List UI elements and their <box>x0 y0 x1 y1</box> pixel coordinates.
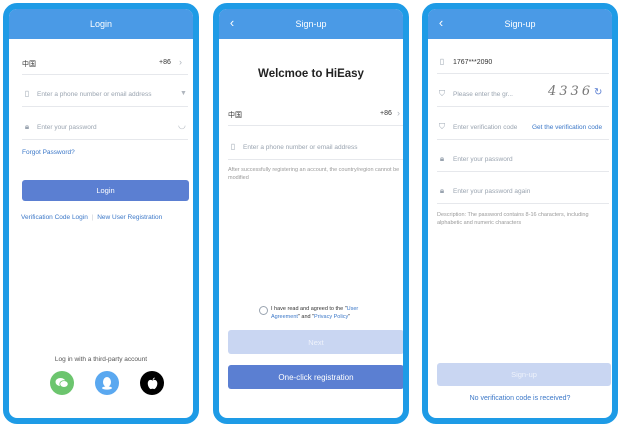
password-again-input[interactable]: Enter your password again <box>453 188 530 195</box>
country-name: 中国 <box>22 61 36 68</box>
page-title: Sign-up <box>295 19 327 29</box>
agreement-text: I have read and agreed to the "User Agre… <box>271 305 386 321</box>
dropdown-icon[interactable]: ▼ <box>180 90 187 97</box>
lock-icon: 🔒︎ <box>24 122 30 131</box>
phone-input[interactable]: Enter a phone number or email address <box>243 144 358 151</box>
privacy-policy-link[interactable]: Privacy Policy <box>314 314 348 320</box>
chevron-right-icon[interactable]: › <box>397 108 400 118</box>
signup-header: ‹ Sign-up <box>219 9 403 39</box>
signup-details-screen: ‹ Sign-up ▯ 1767***2090 ⛉ Please enter t… <box>422 3 618 424</box>
qq-login-button[interactable] <box>95 371 119 395</box>
signup-screen: ‹ Sign-up Welcmoe to HiEasy 中国 +86 › ▯ E… <box>213 3 409 424</box>
page-title: Sign-up <box>504 19 536 29</box>
third-party-label: Log in with a third-party account <box>54 356 148 363</box>
signup-header: ‹ Sign-up <box>428 9 612 39</box>
next-button[interactable]: Next <box>228 330 403 354</box>
password-input[interactable]: Enter your password <box>37 124 97 131</box>
welcome-heading: Welcmoe to HiEasy <box>258 68 364 80</box>
login-header: Login <box>9 9 193 39</box>
verification-code-login-link[interactable]: Verification Code Login <box>21 214 88 221</box>
shield-check-icon: ⛉ <box>439 122 445 131</box>
phone-number-value: 1767***2090 <box>453 59 493 66</box>
country-code: +86 <box>380 110 392 117</box>
password-input[interactable]: Enter your password <box>453 156 513 163</box>
penguin-icon <box>102 377 112 390</box>
lock-icon: 🔒︎ <box>439 154 445 163</box>
chevron-right-icon[interactable]: › <box>179 57 182 67</box>
login-button[interactable]: Login <box>22 180 189 201</box>
lock-icon: 🔒︎ <box>439 186 445 195</box>
agree-mid: " and " <box>297 314 315 320</box>
region-hint: After successfully registering an accoun… <box>228 167 400 181</box>
phone-icon: ▯ <box>439 57 445 66</box>
password-description: Description: The password contains 8-16 … <box>437 212 589 226</box>
verification-code-input[interactable]: Enter verification code <box>453 124 517 131</box>
forgot-password-link[interactable]: Forgot Password? <box>22 149 75 156</box>
agree-prefix: I have read and agreed to the " <box>271 306 347 312</box>
get-verification-code-link[interactable]: Get the verification code <box>532 124 602 131</box>
phone-icon: ▯ <box>24 89 30 98</box>
link-separator: | <box>91 214 94 221</box>
chat-bubble-icon <box>55 378 69 388</box>
agree-checkbox[interactable] <box>259 306 268 315</box>
page-title: Login <box>89 19 113 29</box>
login-screen: Login 中国 +86 › ▯ Enter a phone number or… <box>3 3 199 424</box>
signup-button[interactable]: Sign-up <box>437 363 611 386</box>
new-user-registration-link[interactable]: New User Registration <box>97 214 162 221</box>
country-selector[interactable]: 中国 <box>228 110 242 120</box>
eye-closed-icon[interactable]: ◡ <box>178 120 186 131</box>
user-agreement-link-cont[interactable]: Agreement <box>271 314 298 320</box>
captcha-image[interactable]: 4336 <box>548 84 593 99</box>
back-arrow-icon[interactable]: ‹ <box>225 16 239 30</box>
shield-icon: ⛉ <box>439 89 445 98</box>
apple-icon <box>147 377 157 389</box>
wechat-login-button[interactable] <box>50 371 74 395</box>
country-selector[interactable]: 中国 <box>22 59 36 69</box>
one-click-registration-button[interactable]: One-click registration <box>228 365 403 389</box>
back-arrow-icon[interactable]: ‹ <box>434 16 448 30</box>
phone-icon: ▯ <box>230 142 236 151</box>
country-code: +86 <box>159 59 171 66</box>
phone-input[interactable]: Enter a phone number or email address <box>37 91 152 98</box>
graphic-code-input[interactable]: Please enter the gr... <box>453 91 513 98</box>
user-agreement-link[interactable]: User <box>347 306 359 312</box>
refresh-icon[interactable]: ↻ <box>594 87 602 98</box>
no-verification-code-link[interactable]: No verification code is received? <box>428 395 612 402</box>
country-name: 中国 <box>228 112 242 119</box>
agree-suffix: " <box>348 314 351 320</box>
apple-login-button[interactable] <box>140 371 164 395</box>
